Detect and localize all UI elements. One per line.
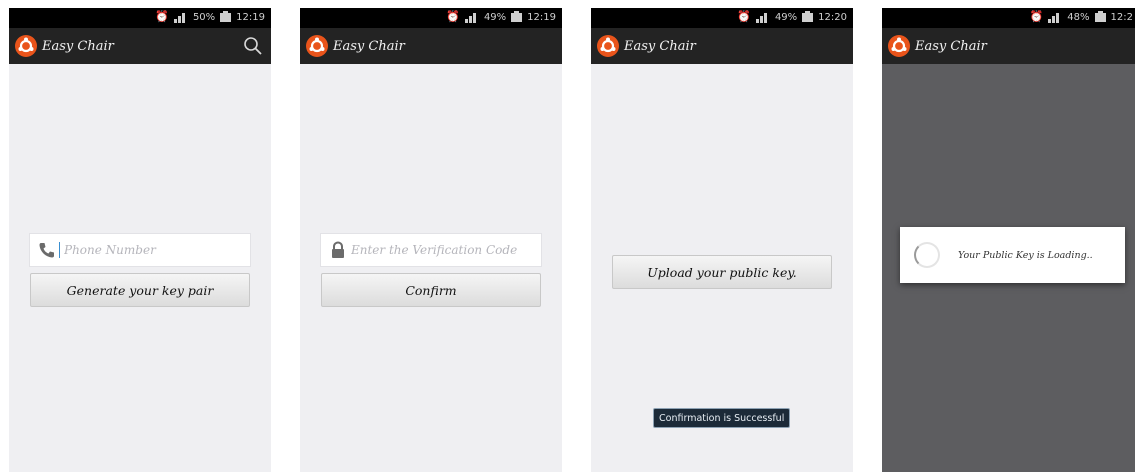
app-logo-icon [888, 35, 910, 57]
signal-icon [464, 12, 479, 23]
screen-verification: ⏰ 49% 12:19 Easy Chair Confirm [300, 8, 562, 472]
phone-number-input[interactable] [64, 243, 244, 257]
lock-icon [329, 241, 347, 259]
app-logo-icon [306, 35, 328, 57]
battery-icon [1094, 10, 1106, 22]
verification-code-field[interactable] [320, 233, 542, 267]
alarm-icon: ⏰ [1029, 10, 1044, 23]
alarm-icon: ⏰ [155, 10, 169, 23]
status-bar: ⏰ 49% 12:19 [300, 8, 562, 28]
text-caret [59, 242, 60, 258]
app-logo-icon [597, 35, 619, 57]
generate-key-pair-button[interactable]: Generate your key pair [30, 273, 250, 307]
action-bar: Easy Chair [9, 28, 271, 64]
clock: 12:19 [236, 11, 265, 23]
app-title: Easy Chair [333, 38, 405, 54]
clock: 12:20 [818, 11, 847, 23]
battery-icon [511, 10, 523, 22]
battery-icon [802, 10, 814, 22]
action-bar: Easy Chair [591, 28, 853, 64]
battery-percent: 50% [192, 11, 216, 23]
action-bar: Easy Chair [300, 28, 562, 64]
screen-loading-key: ⏰ 48% 12:2 Easy Chair Your Public Key is… [882, 8, 1135, 472]
signal-icon [173, 12, 188, 23]
search-icon[interactable] [243, 36, 263, 56]
status-bar: ⏰ 48% 12:2 [882, 8, 1135, 28]
app-title: Easy Chair [624, 38, 696, 54]
signal-icon [1048, 12, 1062, 23]
app-title: Easy Chair [42, 38, 114, 54]
battery-percent: 48% [1067, 11, 1090, 23]
upload-public-key-button[interactable]: Upload your public key. [612, 255, 832, 289]
status-bar: ⏰ 50% 12:19 [9, 8, 271, 28]
clock: 12:2 [1110, 11, 1133, 23]
phone-icon [38, 241, 56, 259]
screen-upload-key: ⏰ 49% 12:20 Easy Chair Upload your publi… [591, 8, 853, 472]
alarm-icon: ⏰ [737, 10, 751, 23]
alarm-icon: ⏰ [446, 10, 460, 23]
confirm-button[interactable]: Confirm [321, 273, 541, 307]
screen-generate-keys: ⏰ 50% 12:19 Easy Chair Generate your key… [9, 8, 271, 472]
app-title: Easy Chair [915, 38, 987, 54]
status-bar: ⏰ 49% 12:20 [591, 8, 853, 28]
battery-percent: 49% [774, 11, 798, 23]
loading-message: Your Public Key is Loading.. [958, 249, 1093, 261]
battery-icon [220, 10, 232, 22]
spinner-icon [914, 242, 940, 268]
clock: 12:19 [527, 11, 556, 23]
app-logo-icon [15, 35, 37, 57]
phone-number-field[interactable] [29, 233, 251, 267]
signal-icon [755, 12, 770, 23]
action-bar: Easy Chair [882, 28, 1135, 64]
battery-percent: 49% [483, 11, 507, 23]
verification-code-input[interactable] [351, 243, 531, 257]
loading-dialog: Your Public Key is Loading.. [900, 227, 1125, 283]
toast-message: Confirmation is Successful [653, 408, 791, 428]
